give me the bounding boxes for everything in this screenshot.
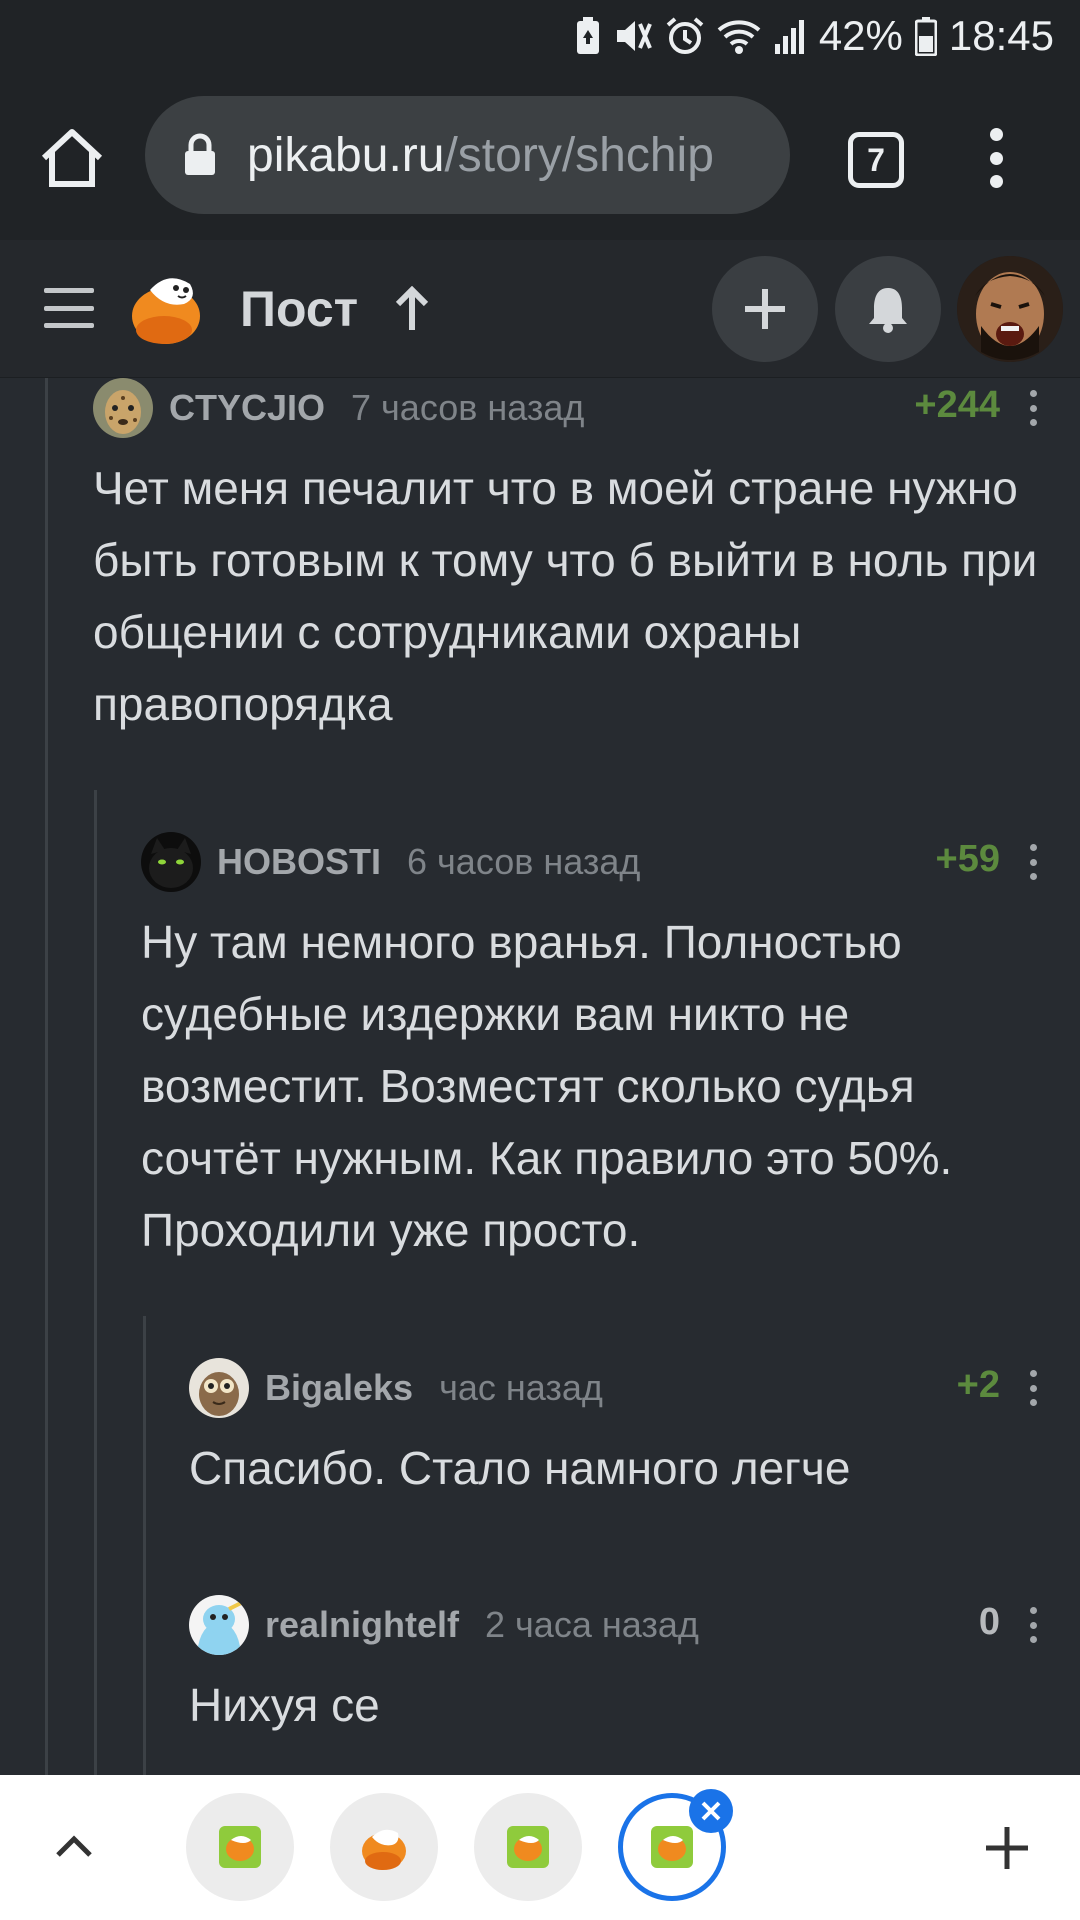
- pikabu-favicon: [507, 1826, 549, 1868]
- url-path: /story/shchip: [444, 128, 714, 182]
- comment: Bigaleks час назад +2 Спасибо. Стало нам…: [189, 1356, 1040, 1504]
- comment-header: HOBOSTI 6 часов назад +59: [141, 830, 1040, 894]
- commenter-avatar[interactable]: [141, 832, 201, 892]
- close-tab-button[interactable]: [689, 1789, 733, 1833]
- comment-time[interactable]: 2 часа назад: [485, 1604, 699, 1646]
- comment-header: Bigaleks час назад +2: [189, 1356, 1040, 1420]
- more-vert-icon[interactable]: [1026, 1607, 1040, 1643]
- more-vert-icon[interactable]: [1026, 844, 1040, 880]
- comment-text: Нихуя се: [189, 1679, 380, 1731]
- notifications-button[interactable]: [835, 256, 941, 362]
- comment-rating: +244: [914, 384, 1000, 426]
- tab-strip: [0, 1775, 1080, 1920]
- comment-rating: 0: [978, 1601, 1000, 1643]
- comment-text: Ну там немного вранья. Полностью судебны…: [141, 916, 953, 1256]
- comment-time[interactable]: 6 часов назад: [407, 841, 640, 883]
- comment-username[interactable]: Bigaleks: [265, 1367, 413, 1409]
- close-icon: [701, 1801, 721, 1821]
- comment-header: CTYCJIO 7 часов назад +244: [93, 378, 1040, 440]
- tab-switcher-button[interactable]: 7: [848, 132, 904, 188]
- comment-time[interactable]: 7 часов назад: [351, 387, 584, 429]
- comment: realnightelf 2 часа назад 0 Нихуя се: [189, 1593, 1040, 1741]
- comment-username[interactable]: CTYCJIO: [169, 387, 325, 429]
- pikabu-favicon: [362, 1829, 406, 1870]
- pikabu-favicon: [651, 1826, 693, 1868]
- comments-section: CTYCJIO 7 часов назад +244 Чет меня печа…: [0, 378, 1080, 1775]
- address-bar[interactable]: pikabu.ru/story/shchip: [145, 96, 790, 214]
- thread-line: [94, 790, 97, 1775]
- plus-icon: [745, 289, 785, 329]
- home-icon[interactable]: [38, 126, 106, 190]
- signal-icon: [773, 16, 807, 56]
- comment-rating: +2: [956, 1364, 1000, 1406]
- tab-count: 7: [867, 141, 885, 178]
- comment-username[interactable]: realnightelf: [265, 1604, 459, 1646]
- alarm-icon: [665, 16, 705, 56]
- comment-text: Спасибо. Стало намного легче: [189, 1442, 851, 1494]
- comment: CTYCJIO 7 часов назад +244 Чет меня печа…: [93, 378, 1040, 740]
- commenter-avatar[interactable]: [189, 1358, 249, 1418]
- url-host: pikabu.ru: [247, 128, 445, 182]
- battery-percent: 42%: [818, 12, 903, 59]
- battery-saver-icon: [575, 16, 601, 56]
- comment-rating: +59: [935, 838, 1000, 880]
- browser-toolbar: pikabu.ru/story/shchip 7: [0, 72, 1080, 240]
- comment-text: Чет меня печалит что в моей стране нужно…: [93, 462, 1038, 730]
- more-vert-icon[interactable]: [1026, 390, 1040, 426]
- status-bar: 42% 18:45: [0, 0, 1080, 72]
- tab-thumbnail[interactable]: [186, 1793, 294, 1901]
- arrow-up-icon[interactable]: [392, 286, 432, 332]
- commenter-avatar[interactable]: [93, 378, 153, 438]
- chevron-up-icon[interactable]: [52, 1825, 96, 1869]
- comment-header: realnightelf 2 часа назад 0: [189, 1593, 1040, 1657]
- comment-time[interactable]: час назад: [439, 1367, 603, 1409]
- site-header: Пост: [0, 240, 1080, 378]
- new-tab-icon[interactable]: [984, 1825, 1030, 1871]
- wifi-icon: [717, 16, 761, 56]
- more-vert-icon[interactable]: [978, 128, 1014, 188]
- tab-thumbnail[interactable]: [330, 1793, 438, 1901]
- lock-icon: [185, 133, 215, 175]
- clock: 18:45: [948, 12, 1054, 59]
- mute-icon: [613, 16, 653, 56]
- bell-icon: [869, 288, 907, 333]
- commenter-avatar[interactable]: [189, 1595, 249, 1655]
- battery-icon: [914, 16, 937, 56]
- add-post-button[interactable]: [712, 256, 818, 362]
- pikabu-logo[interactable]: [128, 268, 210, 350]
- thread-line: [143, 1316, 146, 1775]
- user-avatar[interactable]: [957, 256, 1063, 362]
- thread-line: [45, 378, 48, 1775]
- more-vert-icon[interactable]: [1026, 1370, 1040, 1406]
- menu-icon[interactable]: [44, 288, 94, 328]
- comment: HOBOSTI 6 часов назад +59 Ну там немного…: [141, 830, 1040, 1266]
- comment-username[interactable]: HOBOSTI: [217, 841, 381, 883]
- tab-thumbnail[interactable]: [474, 1793, 582, 1901]
- page-title: Пост: [240, 281, 359, 337]
- pikabu-favicon: [219, 1826, 261, 1868]
